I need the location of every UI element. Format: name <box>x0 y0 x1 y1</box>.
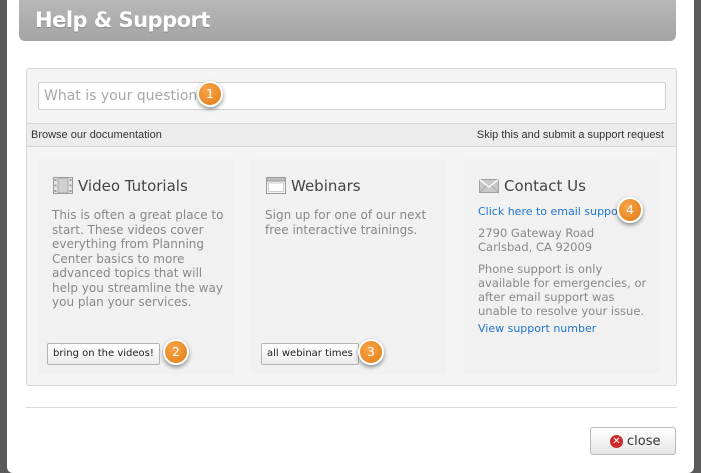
question-search-input[interactable] <box>38 82 666 110</box>
video-tutorials-title: Video Tutorials <box>78 177 188 195</box>
contact-us-title: Contact Us <box>504 177 586 195</box>
email-support-link[interactable]: Click here to email support <box>478 205 627 218</box>
modal-header: Help & Support <box>19 0 676 41</box>
close-icon: ✕ <box>610 435 623 448</box>
documentation-bar: Browse our documentation Skip this and s… <box>27 123 676 147</box>
bring-on-videos-button[interactable]: bring on the videos! <box>47 343 160 365</box>
video-tutorials-description: This is often a great place to start. Th… <box>52 208 224 309</box>
callout-badge-3: 3 <box>358 339 384 365</box>
modal-title: Help & Support <box>35 8 210 32</box>
callout-badge-2: 2 <box>163 339 189 365</box>
view-support-number-link[interactable]: View support number <box>478 322 596 335</box>
webinars-title: Webinars <box>291 177 361 195</box>
webinars-description: Sign up for one of our next free interac… <box>265 208 427 237</box>
address-line-2: Carlsbad, CA 92009 <box>478 240 593 254</box>
close-button[interactable]: ✕ close <box>590 427 676 455</box>
skip-submit-request-link[interactable]: Skip this and submit a support request <box>477 129 664 141</box>
webinars-card: Webinars Sign up for one of our next fre… <box>251 159 447 374</box>
all-webinar-times-button[interactable]: all webinar times <box>261 343 359 365</box>
video-tutorials-card: Video Tutorials This is often a great pl… <box>38 159 234 374</box>
address-line-1: 2790 Gateway Road <box>478 226 595 240</box>
window-icon <box>266 177 286 199</box>
envelope-icon <box>479 177 499 198</box>
help-panel: Browse our documentation Skip this and s… <box>26 68 677 386</box>
close-label: close <box>627 434 661 449</box>
callout-badge-4: 4 <box>617 197 643 223</box>
callout-badge-1: 1 <box>197 81 223 107</box>
browse-documentation-label: Browse our documentation <box>31 129 162 141</box>
footer-divider <box>26 407 677 408</box>
phone-support-note: Phone support is only available for emer… <box>478 262 647 318</box>
film-icon <box>53 177 73 199</box>
contact-us-card: Contact Us Click here to email support 2… <box>464 159 660 374</box>
